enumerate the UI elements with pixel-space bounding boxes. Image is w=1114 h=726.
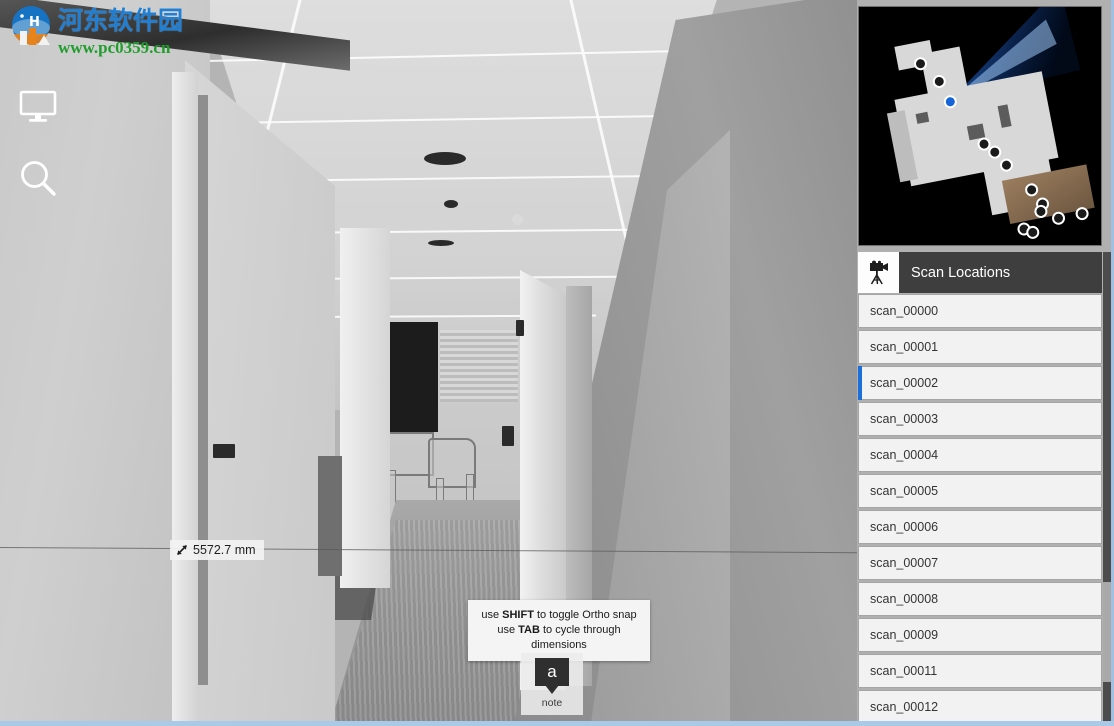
display-settings-button[interactable] [14,84,62,132]
note-letter: a [547,662,557,681]
scan-list-item[interactable]: scan_00012 [858,690,1102,724]
hint-line-2: use TAB to cycle through dimensions [497,624,621,651]
scan-list-item[interactable]: scan_00011 [858,654,1102,688]
monitor-icon [19,90,57,122]
overview-minimap[interactable] [858,6,1102,246]
scan-list-item[interactable]: scan_00002 [858,366,1102,400]
ceiling-light-fixture [444,200,458,208]
camera-tripod-icon [869,260,888,284]
scan-list-item[interactable]: scan_00007 [858,546,1102,580]
scan-list-item-label: scan_00009 [870,628,939,642]
scan-list-item[interactable]: scan_00008 [858,582,1102,616]
measurement-value: 5572.7 mm [193,543,256,557]
ceiling-light-fixture [424,152,466,165]
scan-list-item-label: scan_00002 [870,376,939,390]
right-side-panel: Scan Locations scan_00000 scan_00001 scan_… [857,0,1114,726]
scan-list-item[interactable]: scan_00004 [858,438,1102,472]
left-door-frame [172,72,198,722]
scan-list-item-label: scan_00001 [870,340,939,354]
note-marker-label: note [541,697,563,709]
scan-list-item[interactable]: scan_00005 [858,474,1102,508]
hint-line-1: use SHIFT to toggle Ortho snap [481,609,637,621]
window-blind [440,330,518,402]
scan-list-item-label: scan_00008 [870,592,939,606]
ceiling-light-fixture [428,240,454,246]
floorplan-pointcloud [859,7,1101,244]
scan-list-item[interactable]: scan_00003 [858,402,1102,436]
scan-list-item-label: scan_00007 [870,556,939,570]
ceiling-sprinkler [512,214,523,225]
scan-position-marker[interactable] [1025,224,1041,241]
scan-list-item[interactable]: scan_00000 [858,294,1102,328]
diagonal-arrow-icon [176,544,188,556]
bottom-status-strip [0,721,1114,726]
camera-tripod-icon-tile[interactable] [858,252,899,293]
application-window: 5572.7 mm use SHIFT to toggle Ortho snap… [0,0,1114,726]
scan-list-item-label: scan_00006 [870,520,939,534]
measurement-label[interactable]: 5572.7 mm [170,540,264,560]
scan-list-item[interactable]: scan_00006 [858,510,1102,544]
card-reader [213,444,235,458]
scan-list-item-label: scan_00012 [870,700,939,714]
far-dark-opening [386,322,438,432]
hint-tooltip: use SHIFT to toggle Ortho snap use TAB t… [468,600,650,661]
scan-list-item-label: scan_00000 [870,304,939,318]
search-icon [21,161,56,196]
search-button[interactable] [14,154,62,202]
door-handle [502,426,514,446]
scan-list-item-label: scan_00005 [870,484,939,498]
note-marker[interactable]: a note [521,653,583,715]
left-door-reveal [198,95,208,685]
point-cloud-viewport[interactable]: 5572.7 mm use SHIFT to toggle Ortho snap… [0,0,860,722]
scan-list-item-label: scan_00003 [870,412,939,426]
scan-list-item[interactable]: scan_00001 [858,330,1102,364]
scan-locations-header: Scan Locations [858,252,1102,293]
scan-list-item[interactable]: scan_00009 [858,618,1102,652]
scan-locations-list[interactable]: scan_00000 scan_00001 scan_00002 scan_00003… [858,294,1102,724]
door-hardware [516,320,524,336]
scan-list-item-label: scan_00011 [870,664,938,678]
scan-list-item-label: scan_00004 [870,448,939,462]
note-bubble-icon: a [535,658,569,686]
corridor-column [340,228,390,588]
corridor-recess [318,456,342,576]
panel-title: Scan Locations [911,264,1011,281]
